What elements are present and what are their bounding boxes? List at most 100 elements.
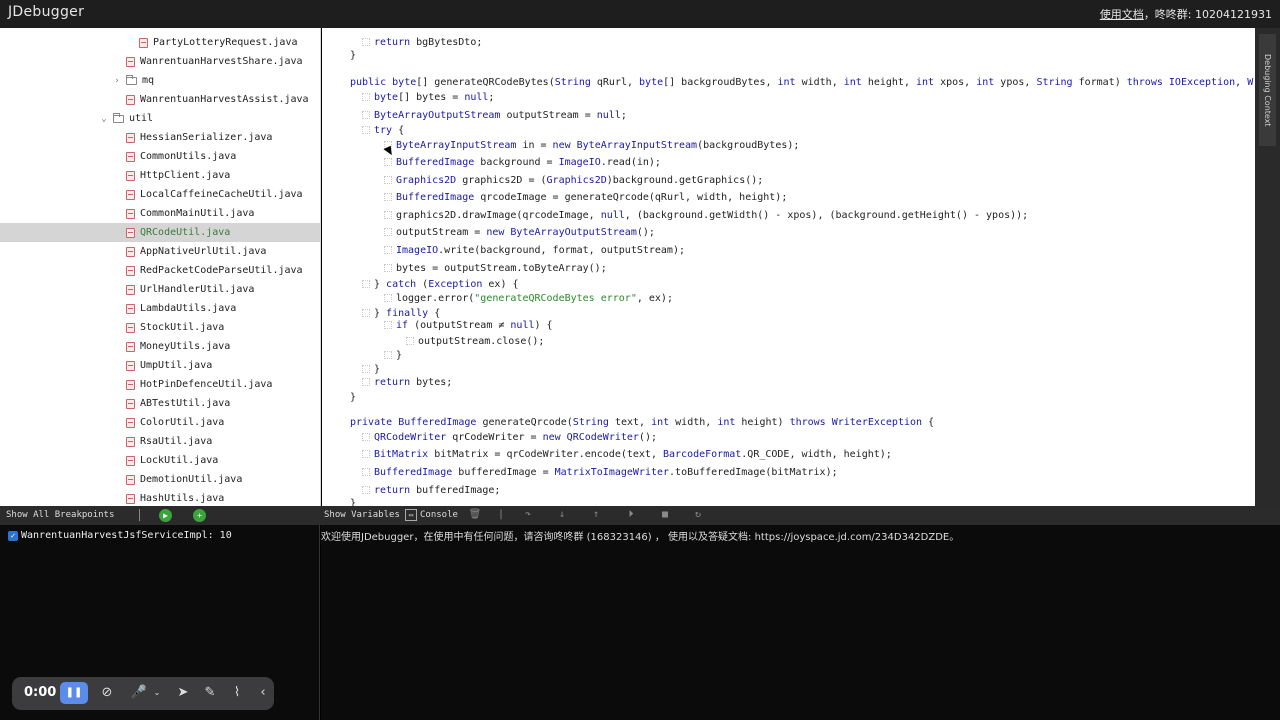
tree-file[interactable]: HashUtils.java (0, 489, 320, 506)
tree-item-label: ColorUtil.java (140, 417, 225, 428)
tree-file[interactable]: CommonMainUtil.java (0, 204, 320, 223)
console-output: 欢迎使用JDebugger，在使用中有任何问题，请咨询咚咚群 (16832314… (321, 532, 960, 543)
code-line[interactable]: } (350, 496, 356, 506)
step-into-icon[interactable]: ↓ (555, 508, 569, 522)
chevron-down-icon[interactable]: ⌄ (148, 684, 166, 702)
group-label: ，咚咚群: 10204121931 (1143, 8, 1272, 21)
code-line[interactable]: ByteArrayOutputStream outputStream = nul… (362, 108, 627, 123)
reload-icon[interactable]: ↻ (691, 508, 705, 522)
plus-icon[interactable]: + (193, 509, 206, 522)
tree-file[interactable]: PartyLotteryRequest.java (0, 33, 320, 52)
pen-icon[interactable]: ✎ (201, 684, 219, 702)
code-line[interactable]: BufferedImage qrcodeImage = generateQrco… (384, 190, 787, 205)
pointer-icon[interactable]: ➤ (174, 684, 192, 702)
indent-guide (362, 486, 370, 494)
tree-file[interactable]: ColorUtil.java (0, 413, 320, 432)
indent-guide (362, 468, 370, 476)
code-line[interactable]: graphics2D.drawImage(qrcodeImage, null, … (384, 208, 1028, 223)
broom-icon[interactable]: ⌇ (228, 684, 246, 702)
breakpoints-toolbar: Show All Breakpoints ▶ + (0, 506, 321, 525)
tree-item-label: WanrentuanHarvestAssist.java (140, 94, 309, 105)
resume-icon[interactable]: ⏵ (624, 508, 638, 522)
docs-link[interactable]: 使用文档 (1100, 8, 1144, 21)
tree-file[interactable]: StockUtil.java (0, 318, 320, 337)
step-over-icon[interactable]: ↷ (521, 508, 535, 522)
code-line[interactable]: } (350, 390, 356, 405)
tree-file[interactable]: RsaUtil.java (0, 432, 320, 451)
folder-icon (126, 74, 137, 85)
code-line[interactable]: BitMatrix bitMatrix = qrCodeWriter.encod… (362, 447, 892, 462)
tree-file[interactable]: RedPacketCodeParseUtil.java (0, 261, 320, 280)
code-line[interactable]: BufferedImage bufferedImage = MatrixToIm… (362, 465, 838, 480)
tree-file[interactable]: HttpClient.java (0, 166, 320, 185)
chevron-left-icon[interactable]: ‹ (254, 684, 272, 702)
chevron-icon[interactable]: › (112, 76, 122, 86)
tree-file[interactable]: AppNativeUrlUtil.java (0, 242, 320, 261)
code-line[interactable]: return bufferedImage; (362, 483, 500, 498)
code-line[interactable]: bytes = outputStream.toByteArray(); (384, 261, 607, 276)
tree-folder[interactable]: ⌄ util (0, 109, 320, 128)
indent-guide (362, 38, 370, 46)
code-line[interactable]: byte[] bytes = null; (362, 90, 494, 105)
code-line[interactable]: } (384, 348, 402, 363)
indent-guide (362, 280, 370, 288)
code-line[interactable]: public byte[] generateQRCodeBytes(String… (350, 75, 1255, 90)
tree-file[interactable]: HotPinDefenceUtil.java (0, 375, 320, 394)
tree-item-label: HotPinDefenceUtil.java (140, 379, 273, 390)
debug-toolbar: Show Variables ▭ Console 🗑 | ↷ ↓ ↑ ⏵ ■ ↻ (321, 506, 1280, 525)
code-line[interactable]: try { (362, 123, 404, 138)
java-file-icon (126, 436, 135, 447)
code-line[interactable]: if (outputStream ≠ null) { (384, 318, 553, 333)
code-line[interactable]: outputStream = new ByteArrayOutputStream… (384, 225, 655, 240)
code-line[interactable]: logger.error("generateQRCodeBytes error"… (384, 291, 673, 306)
code-editor[interactable]: return bgBytesDto;} public byte[] generat… (322, 28, 1255, 506)
tree-item-label: CommonUtils.java (140, 151, 237, 162)
code-line[interactable]: } (350, 48, 356, 63)
debugging-context-tab[interactable]: Debuging Context (1259, 34, 1276, 146)
indent-guide (406, 337, 414, 345)
code-line[interactable]: outputStream.close(); (406, 334, 544, 349)
indent-guide (384, 321, 392, 329)
code-line[interactable]: BufferedImage background = ImageIO.read(… (384, 155, 661, 170)
stop-icon[interactable]: ■ (658, 508, 672, 522)
show-variables-button[interactable]: Show Variables (324, 510, 400, 520)
code-line[interactable]: QRCodeWriter qrCodeWriter = new QRCodeWr… (362, 430, 657, 445)
console-tab[interactable]: Console (420, 510, 458, 520)
code-line[interactable]: ImageIO.write(background, format, output… (384, 243, 685, 258)
code-line[interactable]: Graphics2D graphics2D = (Graphics2D)back… (384, 173, 763, 188)
tree-file[interactable]: ABTestUtil.java (0, 394, 320, 413)
tree-file[interactable]: HessianSerializer.java (0, 128, 320, 147)
tree-file[interactable]: LocalCaffeineCacheUtil.java (0, 185, 320, 204)
pause-icon[interactable]: ❚❚ (60, 682, 88, 704)
breakpoint-checkbox[interactable]: ✓ (8, 530, 18, 541)
tree-item-label: LockUtil.java (140, 455, 219, 466)
microphone-icon[interactable]: 🎤 (130, 684, 148, 702)
tree-item-label: UmpUtil.java (140, 360, 213, 371)
tree-folder[interactable]: › mq (0, 71, 320, 90)
show-all-breakpoints-button[interactable]: Show All Breakpoints (6, 510, 114, 520)
tree-file[interactable]: CommonUtils.java (0, 147, 320, 166)
camera-off-icon[interactable]: ⊘ (98, 684, 116, 702)
code-line[interactable]: private BufferedImage generateQrcode(Str… (350, 415, 934, 430)
code-line[interactable]: } catch (Exception ex) { (362, 277, 519, 292)
breakpoint-item[interactable]: ✓ WanrentuanHarvestJsfServiceImpl: 10 (8, 530, 232, 541)
step-out-icon[interactable]: ↑ (589, 508, 603, 522)
code-line[interactable]: return bytes; (362, 375, 452, 390)
trash-icon[interactable]: 🗑 (468, 508, 482, 522)
play-icon[interactable]: ▶ (159, 509, 172, 522)
code-line[interactable]: ByteArrayInputStream in = new ByteArrayI… (384, 138, 799, 153)
tree-file[interactable]: MoneyUtils.java (0, 337, 320, 356)
tree-file[interactable]: LockUtil.java (0, 451, 320, 470)
chevron-icon[interactable]: ⌄ (99, 114, 109, 124)
indent-guide (384, 294, 392, 302)
tree-file[interactable]: UrlHandlerUtil.java (0, 280, 320, 299)
tree-file[interactable]: LambdaUtils.java (0, 299, 320, 318)
tree-file[interactable]: DemotionUtil.java (0, 470, 320, 489)
indent-guide (384, 158, 392, 166)
tree-file[interactable]: UmpUtil.java (0, 356, 320, 375)
java-file-icon (126, 151, 135, 162)
code-line[interactable]: return bgBytesDto; (362, 35, 482, 50)
tree-file[interactable]: QRCodeUtil.java (0, 223, 320, 242)
tree-file[interactable]: WanrentuanHarvestAssist.java (0, 90, 320, 109)
tree-file[interactable]: WanrentuanHarvestShare.java (0, 52, 320, 71)
